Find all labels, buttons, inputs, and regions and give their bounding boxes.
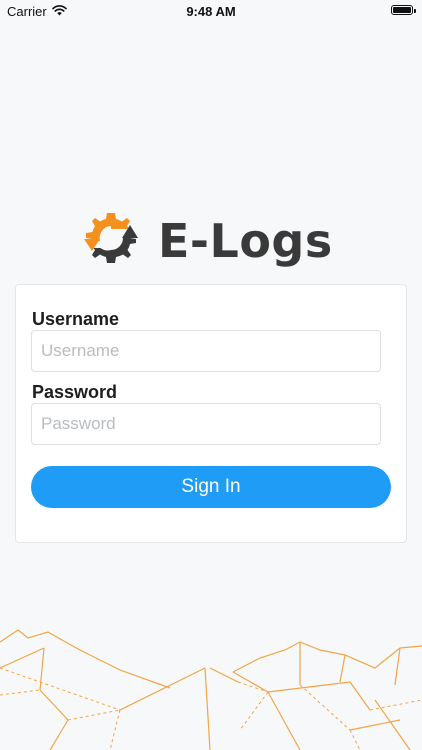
password-input[interactable] — [31, 403, 381, 445]
battery-icon — [391, 5, 416, 15]
decorative-lowpoly-art — [0, 629, 422, 750]
login-card: Username Password Sign In — [15, 284, 407, 543]
status-time: 9:48 AM — [186, 4, 236, 19]
sign-in-button[interactable]: Sign In — [31, 466, 391, 508]
username-input[interactable] — [31, 330, 381, 372]
status-bar: Carrier 9:48 AM — [0, 0, 422, 22]
app-logo: E-Logs — [78, 205, 333, 276]
password-label: Password — [32, 382, 118, 402]
gear-refresh-icon — [78, 205, 144, 276]
logo-text: E-Logs — [158, 213, 333, 268]
username-label: Username — [32, 309, 120, 329]
